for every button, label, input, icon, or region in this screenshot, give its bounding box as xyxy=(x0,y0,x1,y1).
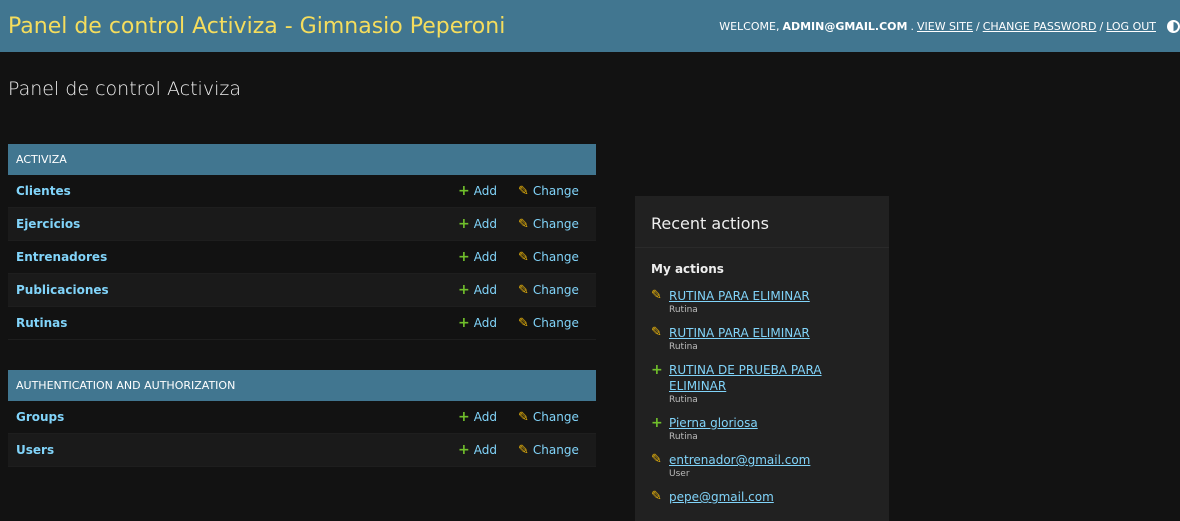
header: Panel de control Activiza - Gimnasio Pep… xyxy=(0,0,1180,52)
action-link[interactable]: Pierna gloriosa xyxy=(669,415,758,431)
content: Panel de control Activiza Activiza Clien… xyxy=(0,78,1180,521)
add-link[interactable]: + Add xyxy=(458,442,518,458)
change-link[interactable]: ✎ Change xyxy=(518,316,596,331)
action-type: Rutina xyxy=(669,342,698,352)
model-link[interactable]: Rutinas xyxy=(8,316,458,330)
pencil-icon: ✎ xyxy=(651,288,662,303)
action-link[interactable]: RUTINA DE PRUEBA PARA ELIMINAR xyxy=(669,362,873,394)
model-link[interactable]: Ejercicios xyxy=(8,217,458,231)
pencil-icon: ✎ xyxy=(518,315,529,331)
module-caption[interactable]: Authentication and Authorization xyxy=(8,370,596,401)
plus-icon: + xyxy=(458,409,470,425)
my-actions-title: My actions xyxy=(651,262,724,276)
action-item: + Pierna gloriosa Rutina xyxy=(651,415,873,443)
module-activiza: Activiza Clientes + Add ✎ Change Ejercicio… xyxy=(8,144,596,340)
model-row-users: Users + Add ✎ Change xyxy=(8,434,596,467)
theme-toggle-icon[interactable] xyxy=(1167,19,1180,33)
action-item: ✎ RUTINA PARA ELIMINAR Rutina xyxy=(651,288,873,316)
action-type: Rutina xyxy=(669,395,698,405)
action-type: User xyxy=(669,469,690,479)
model-row-groups: Groups + Add ✎ Change xyxy=(8,401,596,434)
action-type: Rutina xyxy=(669,432,698,442)
model-row-publicaciones: Publicaciones + Add ✎ Change xyxy=(8,274,596,307)
model-link[interactable]: Clientes xyxy=(8,184,458,198)
model-row-clientes: Clientes + Add ✎ Change xyxy=(8,175,596,208)
page-title: Panel de control Activiza xyxy=(8,78,241,100)
action-link[interactable]: entrenador@gmail.com xyxy=(669,452,810,468)
action-type: Rutina xyxy=(669,305,698,315)
action-list: ✎ RUTINA PARA ELIMINAR Rutina ✎ RUTINA PA… xyxy=(635,288,889,505)
change-link[interactable]: ✎ Change xyxy=(518,184,596,199)
action-link[interactable]: pepe@gmail.com xyxy=(669,489,774,505)
view-site-link[interactable]: View site xyxy=(917,20,973,33)
welcome-text: Welcome, xyxy=(719,19,780,33)
recent-actions-title: Recent actions xyxy=(635,196,889,248)
add-link[interactable]: + Add xyxy=(458,409,518,425)
action-item: + RUTINA DE PRUEBA PARA ELIMINAR Rutina xyxy=(651,362,873,406)
model-row-rutinas: Rutinas + Add ✎ Change xyxy=(8,307,596,340)
model-link[interactable]: Users xyxy=(8,443,458,457)
model-row-entrenadores: Entrenadores + Add ✎ Change xyxy=(8,241,596,274)
add-link[interactable]: + Add xyxy=(458,183,518,199)
pencil-icon: ✎ xyxy=(518,183,529,199)
module-auth: Authentication and Authorization Groups … xyxy=(8,370,596,467)
model-link[interactable]: Publicaciones xyxy=(8,283,458,297)
pencil-icon: ✎ xyxy=(651,325,662,340)
recent-actions-panel: Recent actions My actions ✎ RUTINA PARA … xyxy=(635,196,889,521)
plus-icon: + xyxy=(651,415,663,431)
action-item: ✎ pepe@gmail.com xyxy=(651,489,873,505)
site-branding[interactable]: Panel de control Activiza - Gimnasio Pep… xyxy=(8,14,505,39)
model-link[interactable]: Entrenadores xyxy=(8,250,458,264)
action-item: ✎ entrenador@gmail.com User xyxy=(651,452,873,480)
change-link[interactable]: ✎ Change xyxy=(518,410,596,425)
plus-icon: + xyxy=(458,315,470,331)
change-link[interactable]: ✎ Change xyxy=(518,443,596,458)
action-link[interactable]: RUTINA PARA ELIMINAR xyxy=(669,288,810,304)
change-link[interactable]: ✎ Change xyxy=(518,217,596,232)
pencil-icon: ✎ xyxy=(518,216,529,232)
log-out-link[interactable]: Log out xyxy=(1106,20,1156,33)
add-link[interactable]: + Add xyxy=(458,282,518,298)
plus-icon: + xyxy=(458,183,470,199)
plus-icon: + xyxy=(651,362,663,378)
change-link[interactable]: ✎ Change xyxy=(518,250,596,265)
model-link[interactable]: Groups xyxy=(8,410,458,424)
change-link[interactable]: ✎ Change xyxy=(518,283,596,298)
module-caption[interactable]: Activiza xyxy=(8,144,596,175)
pencil-icon: ✎ xyxy=(518,442,529,458)
username: admin@gmail.com xyxy=(782,19,908,33)
plus-icon: + xyxy=(458,442,470,458)
plus-icon: + xyxy=(458,282,470,298)
action-link[interactable]: RUTINA PARA ELIMINAR xyxy=(669,325,810,341)
action-item: ✎ RUTINA PARA ELIMINAR Rutina xyxy=(651,325,873,353)
pencil-icon: ✎ xyxy=(651,489,662,504)
pencil-icon: ✎ xyxy=(518,282,529,298)
pencil-icon: ✎ xyxy=(518,409,529,425)
change-password-link[interactable]: Change password xyxy=(983,20,1097,33)
add-link[interactable]: + Add xyxy=(458,315,518,331)
app-list: Activiza Clientes + Add ✎ Change Ejercicio… xyxy=(8,144,596,497)
add-link[interactable]: + Add xyxy=(458,216,518,232)
plus-icon: + xyxy=(458,216,470,232)
add-link[interactable]: + Add xyxy=(458,249,518,265)
user-tools: Welcome, admin@gmail.com. View site / Ch… xyxy=(719,19,1180,33)
pencil-icon: ✎ xyxy=(518,249,529,265)
pencil-icon: ✎ xyxy=(651,452,662,467)
model-row-ejercicios: Ejercicios + Add ✎ Change xyxy=(8,208,596,241)
plus-icon: + xyxy=(458,249,470,265)
